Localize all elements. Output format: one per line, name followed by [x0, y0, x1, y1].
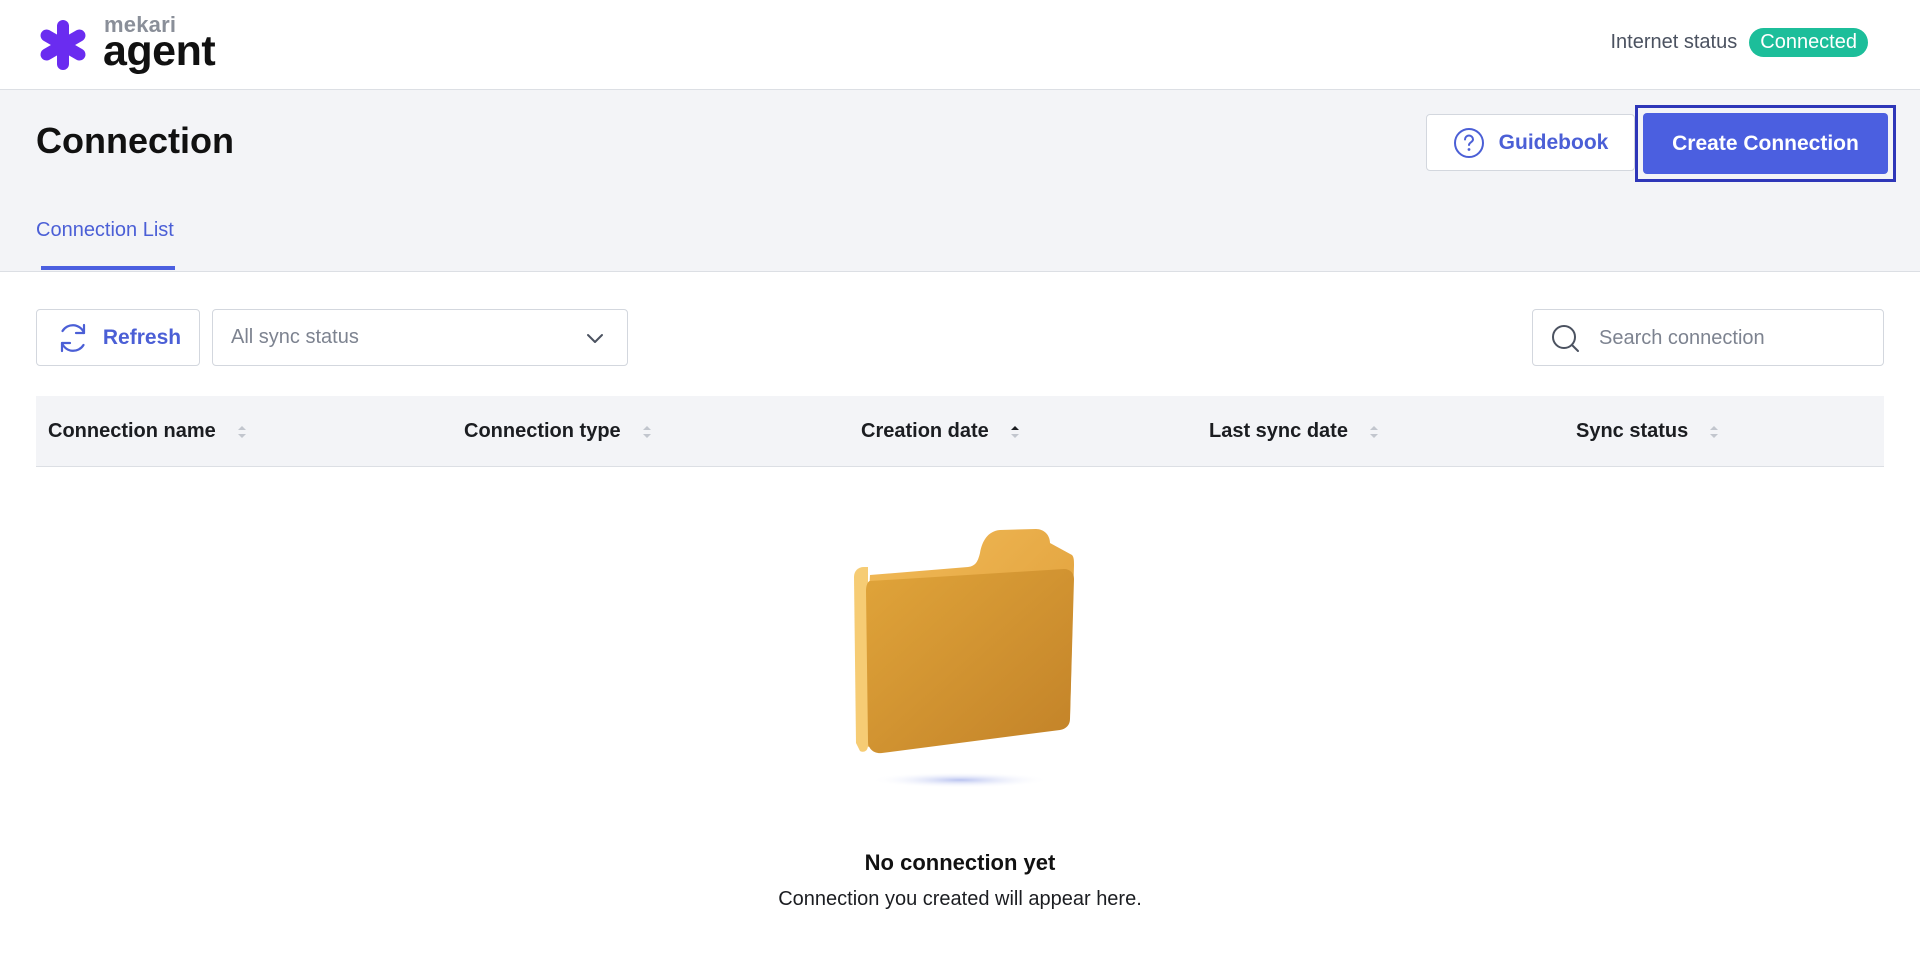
question-circle-icon — [1453, 127, 1484, 158]
search-box — [1532, 309, 1884, 366]
column-creation-date[interactable]: Creation date — [861, 420, 1021, 443]
sort-icon — [642, 425, 651, 438]
mekari-star-icon — [40, 20, 86, 70]
create-connection-button[interactable]: Create Connection — [1643, 113, 1888, 174]
sort-icon — [1710, 425, 1719, 438]
column-sync-status[interactable]: Sync status — [1576, 420, 1720, 443]
table-header: Connection name Connection type Creation… — [36, 396, 1884, 467]
create-connection-focus-ring: Create Connection — [1635, 105, 1896, 182]
sync-status-value: All sync status — [231, 326, 359, 348]
search-input[interactable] — [1599, 324, 1869, 352]
internet-status-label: Internet status — [1610, 31, 1738, 53]
column-label: Last sync date — [1209, 420, 1348, 442]
column-connection-name[interactable]: Connection name — [48, 420, 248, 443]
column-label: Creation date — [861, 420, 989, 442]
column-label: Connection name — [48, 420, 216, 442]
empty-state-title: No connection yet — [864, 850, 1056, 875]
sort-asc-icon — [1010, 425, 1019, 438]
column-connection-type[interactable]: Connection type — [464, 420, 653, 443]
page-header: Connection Guidebook Create Connection C… — [0, 90, 1920, 272]
internet-status: Internet status Connected — [1610, 28, 1868, 57]
sort-icon — [1369, 425, 1378, 438]
column-label: Sync status — [1576, 420, 1689, 442]
internet-status-badge: Connected — [1749, 28, 1868, 57]
tab-connection-list[interactable]: Connection List — [36, 219, 174, 242]
brand-product: agent — [103, 27, 216, 75]
page-title: Connection — [36, 120, 234, 161]
chevron-down-icon — [587, 334, 603, 343]
refresh-icon — [60, 323, 85, 352]
sync-status-select[interactable]: All sync status — [212, 309, 628, 366]
top-bar: mekari agent Internet status Connected — [0, 0, 1920, 90]
column-label: Connection type — [464, 420, 621, 442]
guidebook-button[interactable]: Guidebook — [1426, 114, 1635, 171]
search-icon — [1552, 325, 1579, 352]
mekari-agent-logo[interactable]: mekari agent — [36, 12, 236, 76]
refresh-label: Refresh — [102, 325, 182, 349]
guidebook-label: Guidebook — [1498, 130, 1609, 154]
active-tab-indicator — [41, 266, 175, 270]
column-last-sync-date[interactable]: Last sync date — [1209, 420, 1380, 443]
folder-icon — [854, 529, 1074, 788]
refresh-button[interactable]: Refresh — [36, 309, 200, 366]
sort-icon — [237, 425, 246, 438]
empty-state-subtitle: Connection you created will appear here. — [778, 888, 1142, 910]
